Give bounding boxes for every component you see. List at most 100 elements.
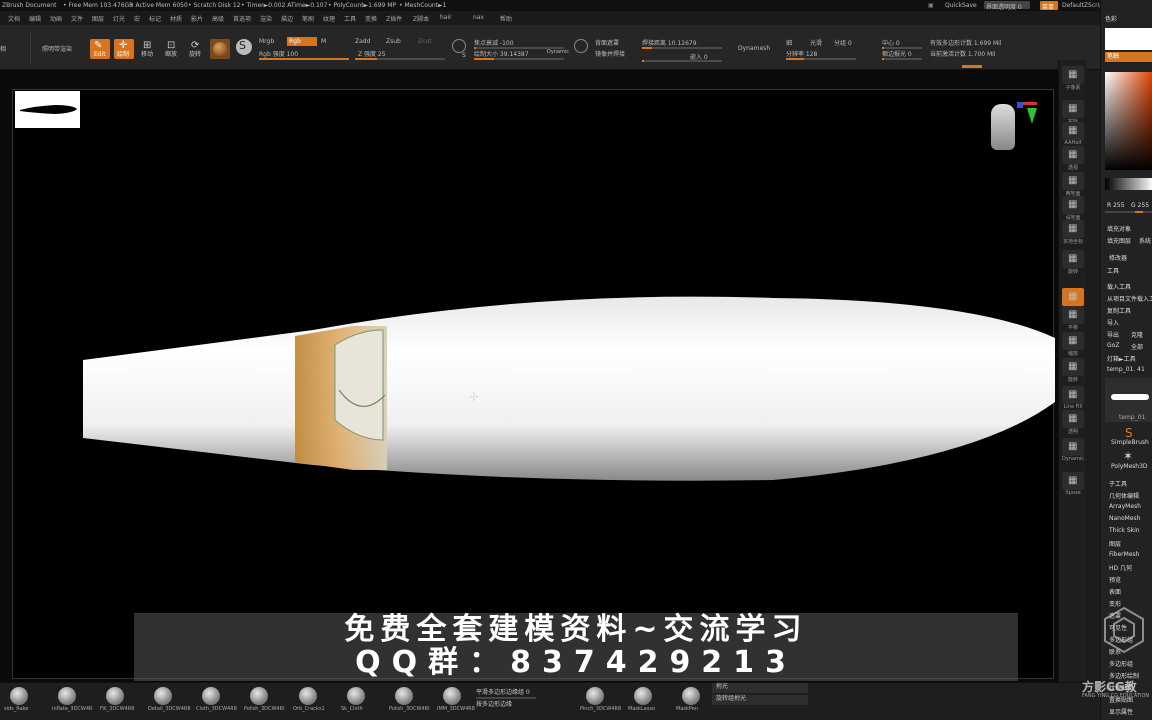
shelf-button-3[interactable]: ▦ 透视 [1062, 146, 1084, 171]
mirror-weld-button[interactable]: 镜像并焊接 [595, 49, 625, 58]
menu-item-8[interactable]: 材质 [170, 14, 182, 23]
swatch-button[interactable]: 笔触 [1105, 52, 1152, 62]
m-button[interactable]: M [321, 38, 326, 45]
brush-label-11[interactable]: MaskLasso [628, 706, 655, 712]
brush-thumbnail-icon[interactable] [202, 687, 220, 705]
all-button[interactable]: 全部 [1131, 342, 1143, 351]
gradient-bar[interactable] [1105, 178, 1152, 190]
hd-geometry-button[interactable]: HD 几何 [1109, 563, 1132, 572]
brush-label-3[interactable]: Detail_3DCW4R8 [148, 706, 191, 712]
rotate-button[interactable]: ⟳ 旋转 [186, 39, 206, 59]
shelf-button-15[interactable]: ▦ Xpose [1062, 472, 1084, 496]
toolbar-scroll-indicator[interactable] [962, 65, 982, 68]
brush-thumbnail-icon[interactable] [154, 687, 172, 705]
fibermesh-button[interactable]: FiberMesh [1109, 551, 1139, 558]
clone-button[interactable]: 克隆 [1131, 330, 1143, 339]
brush-thumbnail-icon[interactable] [634, 687, 652, 705]
brush-label-10[interactable]: Pinch_3DCW4R8 [580, 706, 621, 712]
shelf-button-10[interactable]: ▦ 缩放 [1062, 332, 1084, 357]
menu-item-22[interactable]: 帮助 [500, 14, 512, 23]
brush-label-7[interactable]: Sk_Cloth [341, 706, 363, 712]
zsub-button[interactable]: Zsub [386, 38, 401, 45]
rotate-group-label[interactable]: 旋转组拊光 [716, 695, 746, 703]
tool-palette-header[interactable]: 工具 [1107, 266, 1119, 275]
menu-item-1[interactable]: 编辑 [29, 14, 41, 23]
goz-button[interactable]: GoZ [1107, 342, 1119, 349]
shelf-button-2[interactable]: ▦ AAHalf [1062, 122, 1084, 146]
menu-item-10[interactable]: 高级 [212, 14, 224, 23]
subtool-button[interactable]: 子工具 [1109, 479, 1127, 488]
menu-item-6[interactable]: 宏 [134, 14, 140, 23]
menu-item-15[interactable]: 纹理 [323, 14, 335, 23]
menu-item-13[interactable]: 描边 [281, 14, 293, 23]
menu-item-2[interactable]: 动画 [50, 14, 62, 23]
brush-label-5[interactable]: Polish_3DCW4RI [244, 706, 285, 712]
color-palette-header[interactable]: 色彩 [1105, 14, 1117, 23]
menu-item-18[interactable]: Z插件 [386, 14, 402, 23]
menu-item-5[interactable]: 灯光 [113, 14, 125, 23]
smooth-label[interactable]: 拊光 [716, 683, 728, 691]
smooth-button[interactable]: 光滑 [810, 38, 822, 47]
preview-button[interactable]: 预览 [1109, 575, 1121, 584]
rgb-button[interactable]: Rgb [287, 37, 317, 46]
simplebrush-icon[interactable]: S [1125, 426, 1133, 440]
polymesh-icon[interactable]: ✶ [1123, 449, 1133, 463]
fill-layer-button[interactable]: 填充图层 [1107, 236, 1131, 245]
shelf-button-9[interactable]: ▦ 平移 [1062, 306, 1084, 331]
shelf-button-13[interactable]: ▦ 透明 [1062, 410, 1084, 435]
copy-tool-button[interactable]: 复制工具 [1107, 306, 1131, 315]
modifier-label[interactable]: 修改器 [1109, 253, 1127, 262]
smooth-groups-label[interactable]: 平滑多边形边缘组 0 [476, 689, 530, 697]
brush-thumbnail-icon[interactable] [443, 687, 461, 705]
menu-item-11[interactable]: 首选项 [233, 14, 251, 23]
menu-item-17[interactable]: 变换 [365, 14, 377, 23]
shelf-button-5[interactable]: ▦ 设地面 [1062, 196, 1084, 221]
menu-item-19[interactable]: Z脚本 [413, 14, 429, 23]
shelf-button-1[interactable]: ▦实际 [1062, 100, 1084, 125]
draw-size-slider[interactable] [474, 58, 564, 60]
poly-edge-note[interactable]: 按多边形边缘 [476, 701, 512, 709]
weld-distance-slider[interactable] [642, 47, 722, 49]
brush-label-1[interactable]: Inflate_3DCW4R [52, 706, 93, 712]
brush-thumbnail-icon[interactable] [347, 687, 365, 705]
load-project-tool-button[interactable]: 从项目文件载入工具 [1107, 294, 1152, 303]
main-color-swatch[interactable] [1105, 28, 1152, 50]
brush-thumbnail-icon[interactable] [58, 687, 76, 705]
load-tool-button[interactable]: 载入工具 [1107, 282, 1131, 291]
viewport[interactable]: ✢ [12, 89, 1055, 679]
shelf-button-4[interactable]: ▦ 两地面 [1062, 172, 1084, 197]
lightbox-tools-button[interactable]: 灯箱►工具 [1107, 354, 1136, 363]
shelf-button-12[interactable]: ▦ Line Fill [1062, 386, 1084, 410]
mrgb-button[interactable]: Mrgb [259, 38, 274, 45]
brush-thumbnail-icon[interactable] [250, 687, 268, 705]
brush-alpha-button[interactable]: S [236, 39, 252, 55]
brush-thumbnail-icon[interactable] [10, 687, 28, 705]
polish-slider[interactable] [882, 58, 922, 60]
menu-item-3[interactable]: 文件 [71, 14, 83, 23]
menu-item-12[interactable]: 渲染 [260, 14, 272, 23]
material-button[interactable] [210, 39, 230, 59]
thickskin-button[interactable]: Thick Skin [1109, 527, 1140, 534]
rgb-r-label[interactable]: R 255 [1107, 202, 1125, 209]
geometry-button[interactable]: 几何体编辑 [1109, 491, 1139, 500]
brush-label-6[interactable]: Orb_Cracks1 [293, 706, 325, 712]
z-intensity-slider[interactable] [355, 58, 445, 60]
navigation-head-gizmo[interactable] [989, 100, 1039, 152]
zadd-button[interactable]: Zadd [355, 38, 370, 45]
draw-button[interactable]: ✛ 绘制 [114, 39, 134, 59]
shelf-button-7[interactable]: ▦ 旋转 [1062, 250, 1084, 275]
quicksave-icon[interactable]: ▣ [928, 2, 934, 9]
menu-item-0[interactable]: 文档 [8, 14, 20, 23]
layers-button[interactable]: 图层 [1109, 539, 1121, 548]
dynamic-button[interactable]: Dynamic [547, 49, 569, 55]
fill-object-button[interactable]: 填充对象 [1107, 224, 1131, 233]
menu-item-20[interactable]: hair [440, 14, 452, 21]
brush-label-2[interactable]: Fill_3DCW4R8 [100, 706, 134, 712]
embed-slider[interactable] [642, 60, 722, 62]
rgb-slider[interactable] [1105, 211, 1152, 213]
surface-button[interactable]: 表面 [1109, 587, 1121, 596]
menu-toggle-button[interactable]: 菜单 [1040, 1, 1058, 11]
brush-thumbnail-icon[interactable] [586, 687, 604, 705]
arraymesh-button[interactable]: ArrayMesh [1109, 503, 1141, 510]
brush-label-4[interactable]: Cloth_3DCW4R8 [196, 706, 237, 712]
